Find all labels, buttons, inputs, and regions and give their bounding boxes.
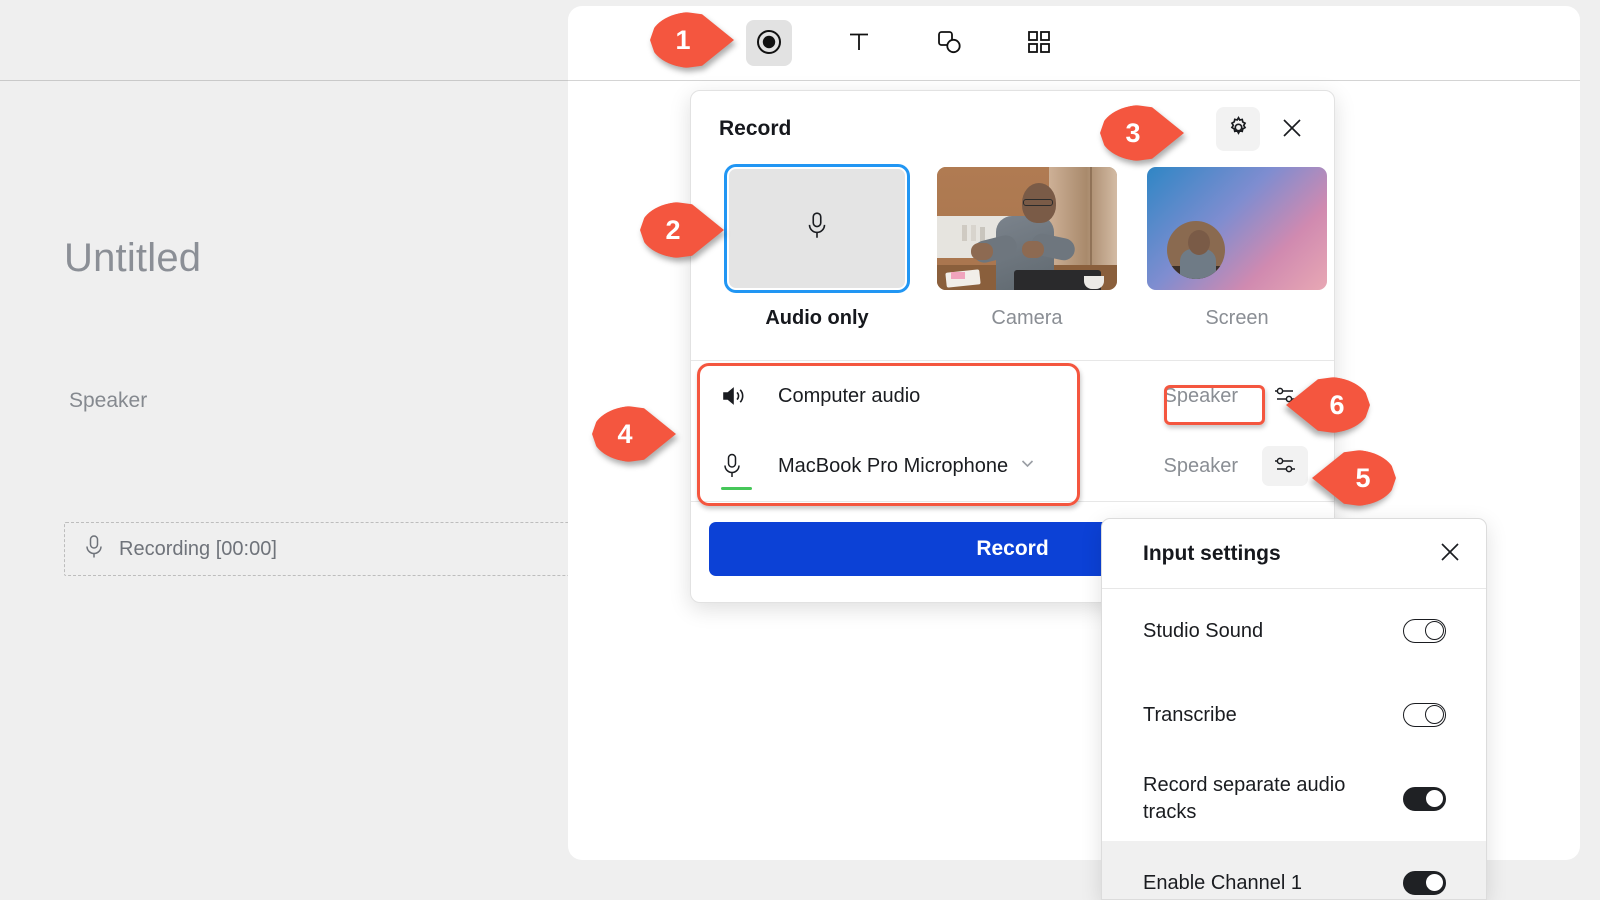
setting-row-enable-channel-1[interactable]: Enable Channel 1: [1102, 841, 1486, 900]
studio-sound-toggle[interactable]: [1403, 619, 1446, 643]
screen-thumbnail: [1147, 167, 1327, 290]
audio-only-mode[interactable]: Audio only: [727, 167, 907, 330]
setting-row-studio-sound[interactable]: Studio Sound: [1102, 589, 1486, 673]
camera-label: Camera: [937, 307, 1117, 330]
close-x-icon: [1280, 116, 1304, 143]
camera-thumbnail: [937, 167, 1117, 290]
setting-row-transcribe[interactable]: Transcribe: [1102, 673, 1486, 757]
audio-only-thumbnail: [727, 167, 907, 290]
callout-6: 6: [1286, 377, 1370, 433]
callout-5: 5: [1312, 450, 1396, 506]
input-settings-popover: Input settings Studio Sound Transcribe: [1101, 518, 1487, 900]
grid-tool-button[interactable]: [1016, 20, 1062, 66]
callout-3: 3: [1100, 105, 1184, 161]
screenshot-root: Untitled Speaker Recording [00:00]: [0, 0, 1600, 900]
audio-only-label: Audio only: [727, 307, 907, 330]
highlight-audio-sources: [697, 363, 1080, 506]
record-mode-list: Audio only: [691, 167, 1334, 330]
enable-channel-1-toggle[interactable]: [1403, 871, 1446, 895]
microphone-icon: [805, 211, 829, 246]
grid-four-squares-icon: [1026, 29, 1052, 58]
shapes-icon: [934, 27, 964, 60]
recording-placeholder-label: Recording [00:00]: [119, 538, 277, 561]
setting-label: Transcribe: [1143, 702, 1403, 729]
setting-label: Studio Sound: [1143, 618, 1403, 645]
callout-1: 1: [650, 12, 734, 68]
record-circle-icon: [755, 28, 783, 59]
record-dialog-close-button[interactable]: [1272, 109, 1312, 149]
gear-icon: [1226, 115, 1251, 143]
highlight-computer-audio-output: [1164, 385, 1265, 425]
transcribe-toggle[interactable]: [1403, 703, 1446, 727]
record-separate-audio-tracks-toggle[interactable]: [1403, 787, 1446, 811]
sliders-horizontal-icon: [1273, 454, 1297, 479]
shapes-tool-button[interactable]: [926, 20, 972, 66]
text-t-icon: [845, 28, 873, 59]
close-x-icon: [1438, 540, 1462, 567]
input-settings-header: Input settings: [1102, 519, 1486, 589]
avatar: [1167, 221, 1225, 279]
callout-4: 4: [592, 406, 676, 462]
microphone-icon: [83, 534, 105, 565]
input-settings-close-button[interactable]: [1432, 536, 1468, 572]
setting-label: Enable Channel 1: [1143, 870, 1403, 897]
screen-mode[interactable]: Screen: [1147, 167, 1327, 330]
toolbar-divider: [568, 80, 1580, 81]
screen-label: Screen: [1147, 307, 1327, 330]
input-settings-title: Input settings: [1143, 542, 1432, 566]
document-title[interactable]: Untitled: [64, 236, 201, 281]
dialog-settings-gear-button[interactable]: [1216, 107, 1260, 151]
setting-label: Record separate audio tracks: [1143, 772, 1403, 826]
setting-row-record-separate-audio-tracks[interactable]: Record separate audio tracks: [1102, 757, 1486, 841]
text-tool-button[interactable]: [836, 20, 882, 66]
microphone-input-settings-button[interactable]: [1262, 446, 1308, 486]
microphone-output-label[interactable]: Speaker: [1154, 449, 1249, 484]
speaker-label: Speaker: [69, 389, 147, 413]
record-tool-button[interactable]: [746, 20, 792, 66]
callout-2: 2: [640, 202, 724, 258]
screen-preview-image: [1147, 167, 1327, 290]
record-dialog-header: Record: [691, 91, 1334, 167]
camera-mode[interactable]: Camera: [937, 167, 1117, 330]
camera-preview-image: [937, 167, 1117, 290]
workspace-top-divider: [0, 80, 568, 81]
